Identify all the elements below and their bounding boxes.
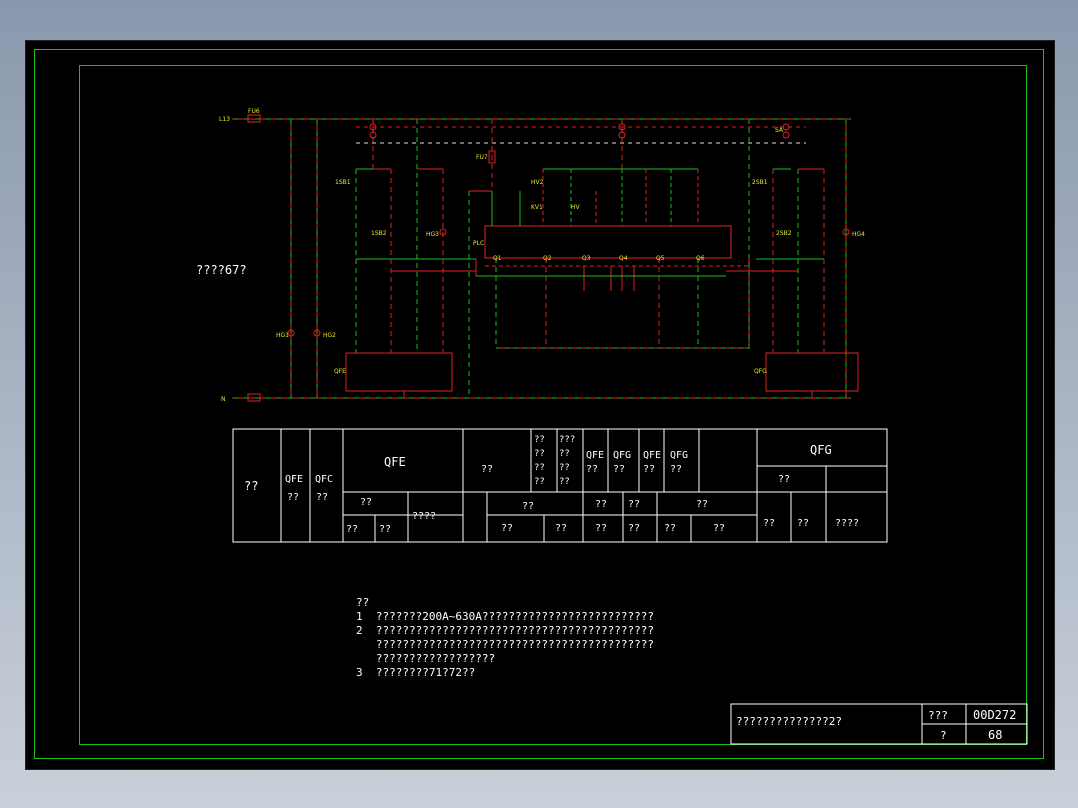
label-n: N [221,396,226,403]
table-qfg-sub1: ?? [778,474,791,485]
table-r3-e: ?? [664,523,677,534]
label-hg4: HG4 [852,231,865,238]
label-qfg-box: QFG [754,368,767,375]
title-label-b: ? [940,729,947,742]
table-r3-a: ?? [501,523,514,534]
table-qfg2: QFG ?? [613,450,632,475]
table-r3-f: ?? [713,523,726,534]
label-q6: Q6 [696,255,705,262]
table-qfg3: QFG ?? [670,450,689,475]
label-hg3: HG3 [426,231,439,238]
drawing-title: ??????????????2? [736,715,842,728]
label-plc: PLC [473,240,484,247]
table-qfe-header: QFE [384,455,406,469]
notes-line2c: ?????????????????? [356,652,496,665]
label-hg2: HG2 [323,332,336,339]
label-l13: L13 [219,116,230,123]
table-qfe-sub1b: ?? [379,524,392,535]
label-qfe-box: QFE [334,368,346,375]
notes-block: ?? 1 ???????200A~630A???????????????????… [356,596,654,680]
table-qfe2: QFE ?? [586,450,605,475]
label-fu7: FU7 [476,154,488,161]
drawing-number: 00D272 [973,708,1017,722]
label-q5: Q5 [656,255,665,262]
label-2sb2: 2SB2 [776,230,792,237]
label-hv2: HV2 [531,179,544,186]
title-label-a: ??? [928,709,948,722]
table-qfe-top-sub: ?? [287,492,300,503]
drawing-sheet: L13 N FU6 FU7 SA 1SB1 1SB2 2SB1 2SB2 HG1… [25,40,1055,770]
table-mid-label: ?? [481,464,494,475]
table-r3-c: ?? [595,523,608,534]
table-qfg-sub2: ???? [835,518,860,529]
table-r3-b: ?? [555,523,568,534]
label-1sb2: 1SB2 [371,230,387,237]
label-q2: Q2 [543,255,552,262]
label-1sb1: 1SB1 [335,179,351,186]
table-col1: ?? [244,479,259,493]
table-qfg-sub1b: ?? [797,518,810,529]
notes-line2b: ????????????????????????????????????????… [356,638,655,651]
table-r3-d: ?? [628,523,641,534]
left-annotation: ????67? [196,263,247,277]
table-small2: ??? ?? ?? ?? [559,435,576,487]
table-qfc-top-sub: ?? [316,492,329,503]
notes-line1: 1 ???????200A~630A??????????????????????… [356,610,655,623]
notes-line2a: 2 ??????????????????????????????????????… [356,624,655,637]
table-qfe-top: QFE [285,474,304,485]
label-fu6: FU6 [248,108,260,115]
label-q1: Q1 [493,255,502,262]
label-sa: SA [775,127,784,134]
page-number: 68 [988,728,1003,742]
label-hv: HV [571,204,581,211]
label-q4: Q4 [619,255,628,262]
label-q3: Q3 [582,255,591,262]
table-r2-a: ?? [522,501,535,512]
table-qfe-sub1: ?? [360,497,373,508]
notes-line3: 3 ????????71?72?? [356,666,476,679]
table-small1: ?? ?? ?? ?? [534,435,545,487]
table-r2-b: ?? [595,499,608,510]
notes-heading: ?? [356,596,370,609]
table-qfe3: QFE ?? [643,450,662,475]
table-qfe-sub2: ???? [412,511,437,522]
table-qfc-top: QFC [315,474,334,485]
table-r2-c: ?? [628,499,641,510]
label-hg1: HG1 [276,332,289,339]
label-kv1: KV1 [531,204,543,211]
table-qfg-sub1a: ?? [763,518,776,529]
label-2sb1: 2SB1 [752,179,768,186]
table-qfg-header: QFG [810,443,832,457]
table-qfe-sub1a: ?? [346,524,359,535]
table-r2-d: ?? [696,499,709,510]
